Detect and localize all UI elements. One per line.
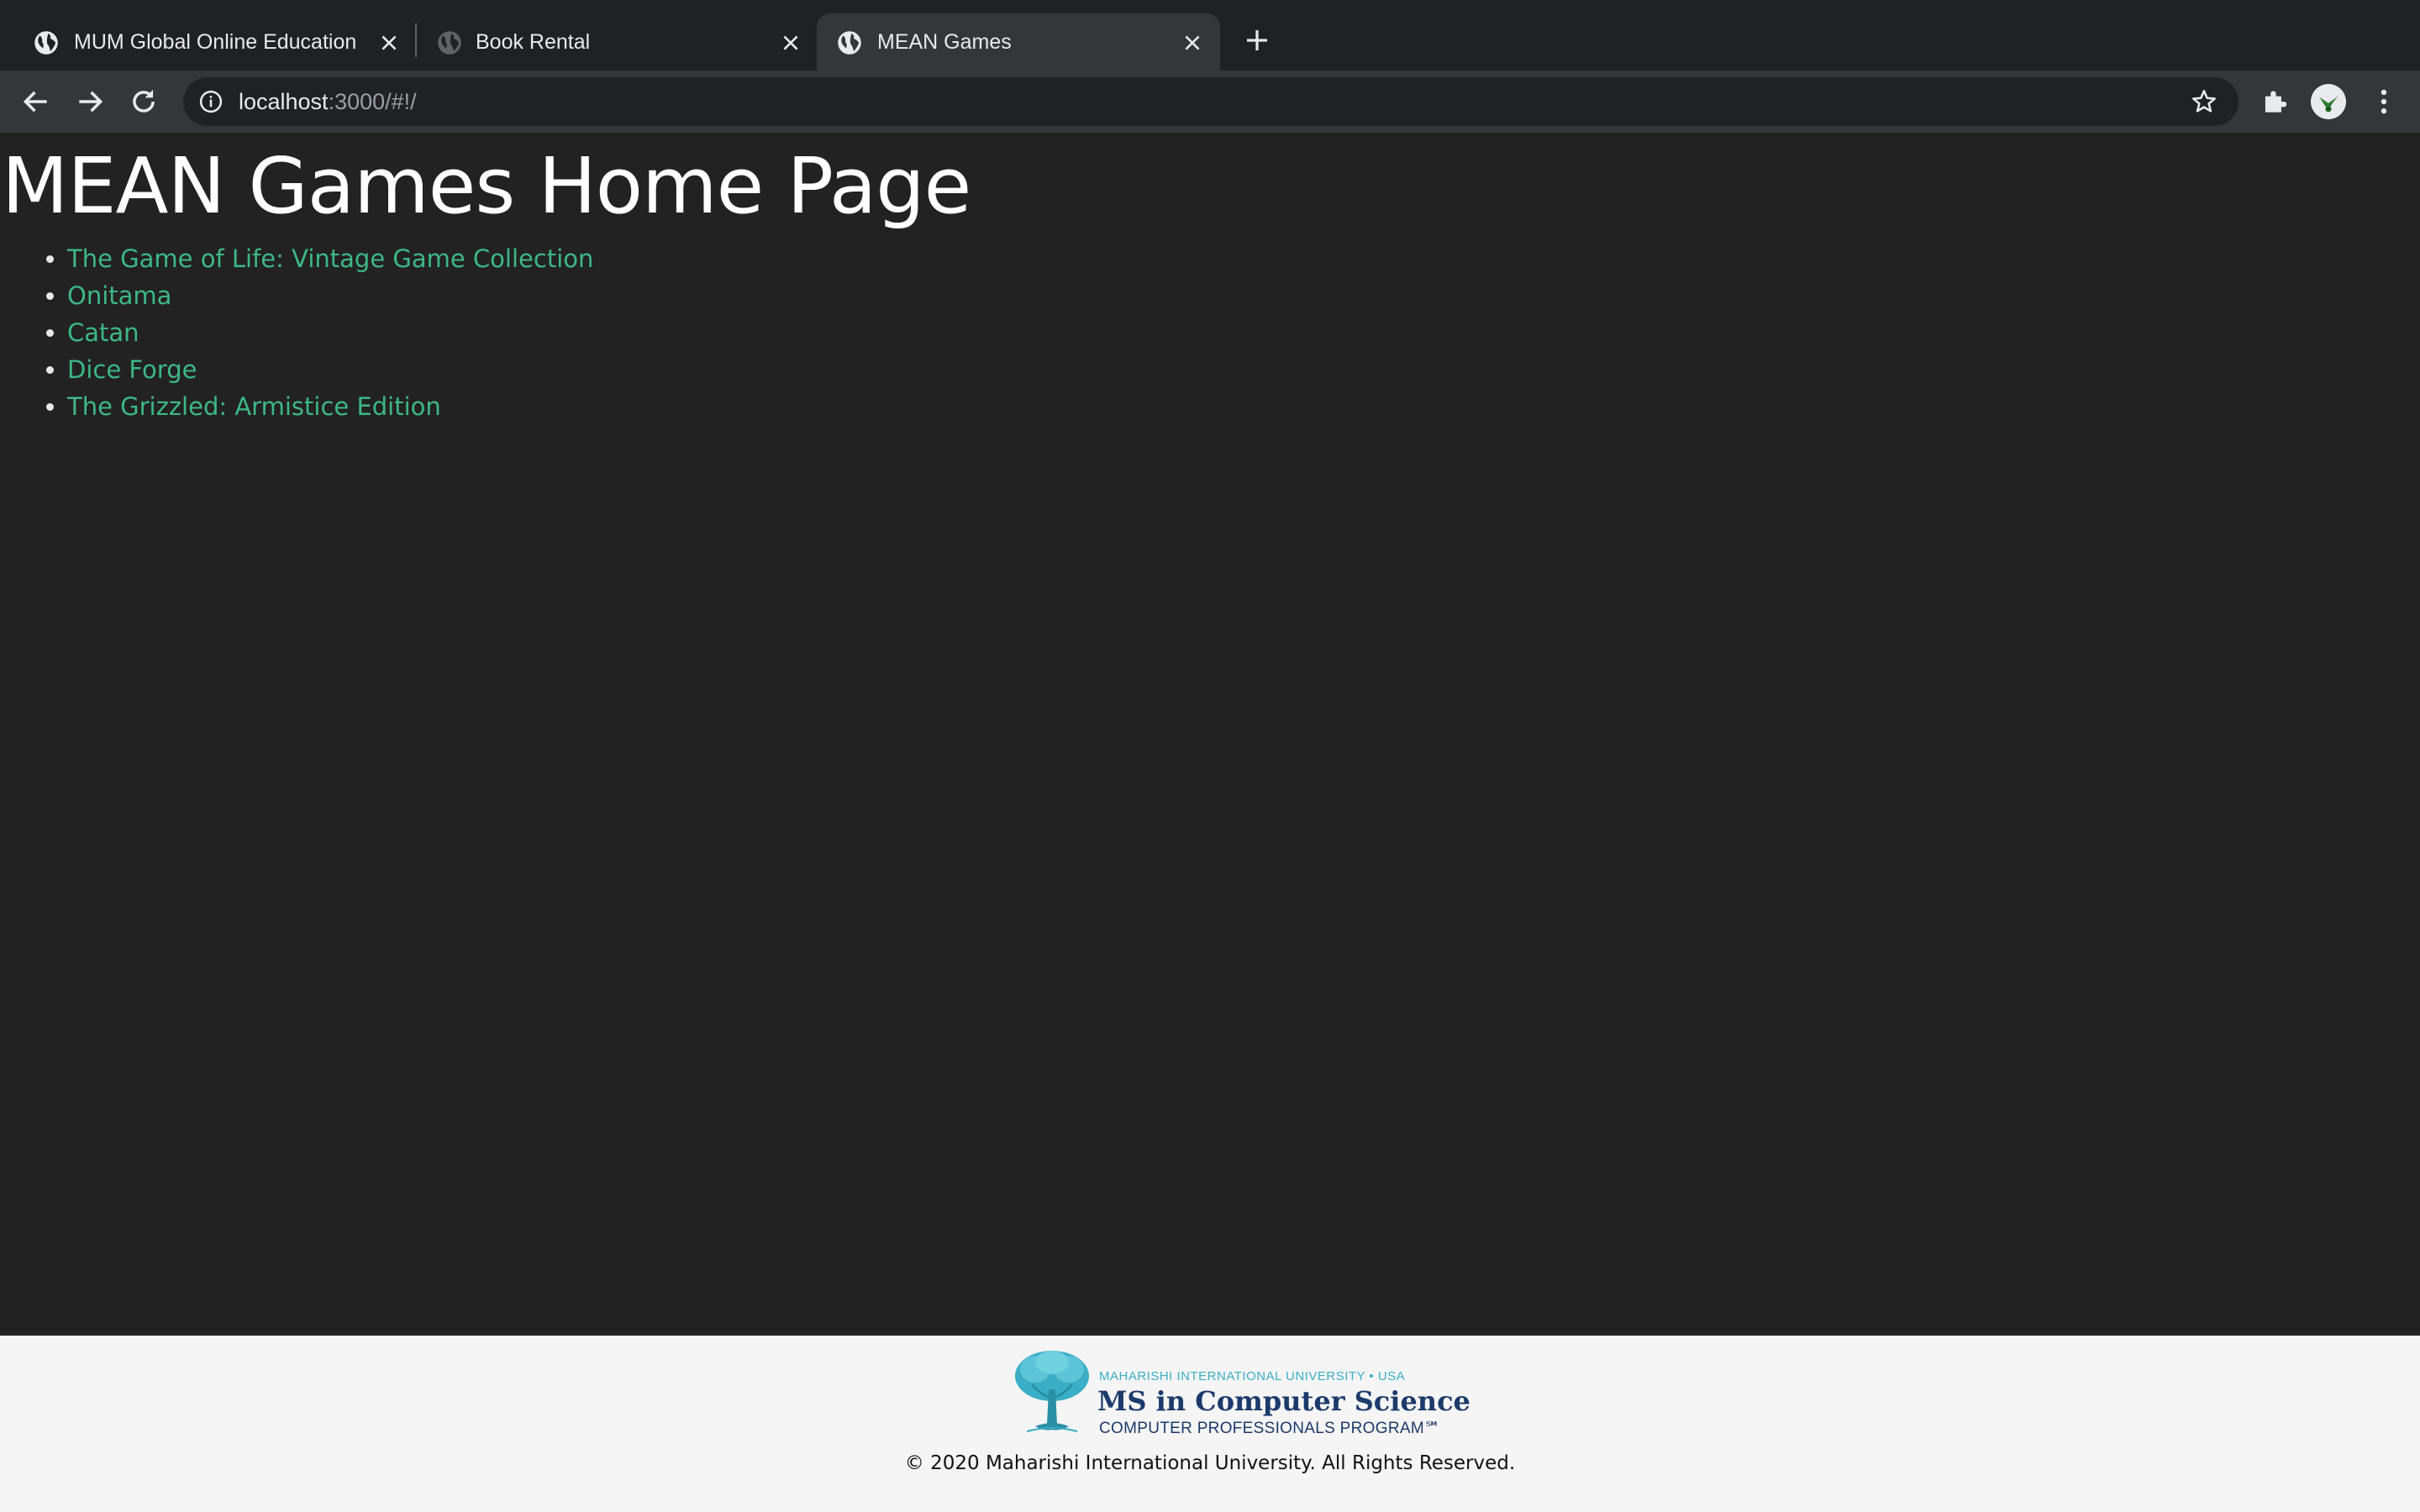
avatar[interactable] xyxy=(2311,84,2346,119)
page-footer: MAHARISHI INTERNATIONAL UNIVERSITY • USA… xyxy=(0,1336,2420,1512)
info-icon[interactable] xyxy=(198,89,224,114)
tab-title: MEAN Games xyxy=(877,30,1012,54)
logo-university-text: MAHARISHI INTERNATIONAL UNIVERSITY • USA xyxy=(1099,1369,1406,1383)
forward-arrow-icon[interactable] xyxy=(74,86,106,118)
logo-subprogram-text: COMPUTER PROFESSIONALS PROGRAM℠ xyxy=(1099,1420,1441,1437)
copyright-text: © 2020 Maharishi International Universit… xyxy=(904,1452,1516,1474)
back-arrow-icon[interactable] xyxy=(20,86,52,118)
game-link-dice-forge[interactable]: Dice Forge xyxy=(67,355,197,384)
list-item: The Grizzled: Armistice Edition xyxy=(67,388,593,425)
close-icon[interactable] xyxy=(1181,32,1203,54)
game-link-the-grizzled[interactable]: The Grizzled: Armistice Edition xyxy=(67,392,441,421)
url-host: localhost xyxy=(239,89,329,114)
tab-title: MUM Global Online Education xyxy=(74,30,357,54)
page-content: MEAN Games Home Page The Game of Life: V… xyxy=(0,133,2420,1336)
tab-title: Book Rental xyxy=(476,30,591,54)
tab-mean-games[interactable]: MEAN Games xyxy=(817,13,1220,71)
url-path: :3000/#!/ xyxy=(328,89,417,114)
browser-window: MUM Global Online Education Book Rental xyxy=(0,0,2420,1512)
game-link-onitama[interactable]: Onitama xyxy=(67,281,171,310)
extensions-puzzle-icon[interactable] xyxy=(2259,86,2291,118)
game-link-game-of-life[interactable]: The Game of Life: Vintage Game Collectio… xyxy=(67,244,593,273)
close-icon[interactable] xyxy=(378,32,400,54)
address-bar[interactable]: localhost:3000/#!/ xyxy=(183,77,2238,126)
new-tab-icon[interactable] xyxy=(1244,27,1270,54)
list-item: The Game of Life: Vintage Game Collectio… xyxy=(67,240,593,277)
game-list: The Game of Life: Vintage Game Collectio… xyxy=(0,240,593,425)
list-item: Dice Forge xyxy=(67,351,593,388)
list-item: Catan xyxy=(67,314,593,351)
globe-icon xyxy=(838,31,861,55)
tab-strip: MUM Global Online Education Book Rental xyxy=(0,0,2420,71)
tab-mum-global[interactable]: MUM Global Online Education xyxy=(0,13,412,71)
game-link-catan[interactable]: Catan xyxy=(67,318,139,347)
url-text[interactable]: localhost:3000/#!/ xyxy=(239,86,417,118)
reload-icon[interactable] xyxy=(128,86,160,118)
avatar-image xyxy=(2311,84,2346,119)
star-icon[interactable] xyxy=(2190,87,2218,116)
close-icon[interactable] xyxy=(780,32,802,54)
logo-program-text: MS in Computer Science xyxy=(1097,1385,1470,1417)
globe-icon xyxy=(34,31,58,55)
list-item: Onitama xyxy=(67,277,593,314)
globe-icon xyxy=(438,31,461,55)
tree-logo-icon xyxy=(1015,1351,1089,1432)
tab-book-rental[interactable]: Book Rental xyxy=(403,13,815,71)
more-vert-icon[interactable] xyxy=(2368,86,2400,118)
browser-toolbar: localhost:3000/#!/ xyxy=(0,71,2420,133)
university-logo: MAHARISHI INTERNATIONAL UNIVERSITY • USA… xyxy=(1010,1347,1470,1437)
page-title: MEAN Games Home Page xyxy=(2,141,971,231)
